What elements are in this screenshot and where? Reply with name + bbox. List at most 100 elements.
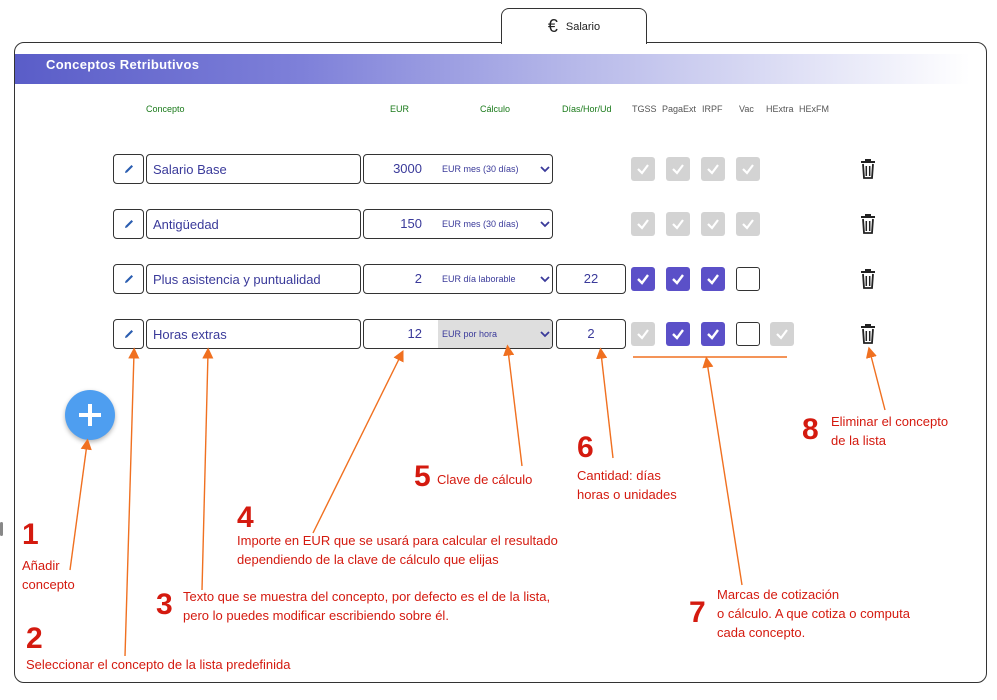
quantity-input[interactable]: 2 xyxy=(556,319,626,349)
checkbox-tgss xyxy=(631,157,655,181)
annotation-number-5: 5 xyxy=(414,460,431,493)
eur-input[interactable]: 12 xyxy=(364,320,422,348)
col-irpf: IRPF xyxy=(702,104,723,114)
check-icon xyxy=(742,164,754,175)
table-row: Antigüedad 150 EUR mes (30 días) xyxy=(0,209,997,239)
col-dias: Días/Hor/Ud xyxy=(562,104,612,114)
annotation-text-7c: cada concepto. xyxy=(717,625,806,640)
col-calculo: Cálculo xyxy=(480,104,511,114)
chevron-down-icon xyxy=(540,166,550,173)
scroll-edge xyxy=(0,522,3,536)
check-icon xyxy=(707,164,719,175)
annotation-text-8a: Eliminar el concepto xyxy=(831,414,949,429)
pencil-icon xyxy=(124,275,133,283)
checkbox-pagaext xyxy=(666,157,690,181)
annotation-text-7a: Marcas de cotización xyxy=(717,587,840,602)
check-icon xyxy=(742,219,754,230)
add-concept-button[interactable] xyxy=(65,390,115,440)
checkbox-vac[interactable] xyxy=(736,267,760,291)
tab-label: Salario xyxy=(565,20,601,33)
chevron-down-icon xyxy=(540,221,550,228)
check-icon xyxy=(776,329,788,340)
trash-icon[interactable] xyxy=(859,323,877,345)
col-eur: EUR xyxy=(390,104,410,114)
checkbox-vac[interactable] xyxy=(736,322,760,346)
edit-concept-button[interactable] xyxy=(113,264,144,294)
amount-calc-group: 12 EUR por hora xyxy=(363,319,553,349)
annotation-text-4b: dependiendo de la clave de cálculo que e… xyxy=(237,552,499,567)
calc-select[interactable]: EUR mes (30 días) xyxy=(438,210,552,238)
edit-concept-button[interactable] xyxy=(113,154,144,184)
plus-icon xyxy=(79,404,101,426)
annotation-text-6b: horas o unidades xyxy=(577,487,677,502)
annotation-number-8: 8 xyxy=(802,413,819,446)
checkbox-pagaext xyxy=(666,212,690,236)
table-row: Plus asistencia y puntualidad 2 EUR día … xyxy=(0,264,997,294)
annotation-text-6a: Cantidad: días xyxy=(577,468,661,483)
table-row: Salario Base 3000 EUR mes (30 días) xyxy=(0,154,997,184)
annotation-number-7: 7 xyxy=(689,596,706,629)
check-icon xyxy=(637,274,649,285)
check-icon xyxy=(707,329,719,340)
checkbox-irpf xyxy=(701,212,725,236)
checkbox-irpf xyxy=(701,157,725,181)
trash-icon[interactable] xyxy=(859,268,877,290)
annotation-number-4: 4 xyxy=(237,501,254,534)
check-icon xyxy=(707,274,719,285)
check-icon xyxy=(637,219,649,230)
checkbox-irpf[interactable] xyxy=(701,322,725,346)
check-icon xyxy=(707,219,719,230)
amount-calc-group: 2 EUR día laborable xyxy=(363,264,553,294)
concept-input[interactable]: Horas extras xyxy=(146,319,361,349)
concept-input[interactable]: Antigüedad xyxy=(146,209,361,239)
calc-select[interactable]: EUR día laborable xyxy=(438,265,552,293)
eur-input[interactable]: 3000 xyxy=(364,155,422,183)
annotation-text-5: Clave de cálculo xyxy=(437,472,533,487)
concept-input[interactable]: Salario Base xyxy=(146,154,361,184)
chevron-down-icon xyxy=(540,331,550,338)
check-icon xyxy=(637,164,649,175)
annotation-text-1: Añadir concepto xyxy=(22,558,75,592)
annotation-text-2: Seleccionar el concepto de la lista pred… xyxy=(26,657,291,672)
checkbox-vac xyxy=(736,212,760,236)
concept-input[interactable]: Plus asistencia y puntualidad xyxy=(146,264,361,294)
check-icon xyxy=(637,329,649,340)
amount-calc-group: 3000 EUR mes (30 días) xyxy=(363,154,553,184)
edit-concept-button[interactable] xyxy=(113,319,144,349)
euro-icon: € xyxy=(547,16,558,36)
col-vac: Vac xyxy=(739,104,754,114)
col-tgss: TGSS xyxy=(632,104,657,114)
col-hextra: HExtra xyxy=(766,104,794,114)
annotation-number-2: 2 xyxy=(26,622,43,655)
checkbox-irpf[interactable] xyxy=(701,267,725,291)
calc-select[interactable]: EUR mes (30 días) xyxy=(438,155,552,183)
eur-input[interactable]: 150 xyxy=(364,210,422,238)
trash-icon[interactable] xyxy=(859,213,877,235)
checkbox-tgss[interactable] xyxy=(631,267,655,291)
quantity-input[interactable]: 22 xyxy=(556,264,626,294)
tab-salario[interactable]: € Salario xyxy=(501,8,647,44)
amount-calc-group: 150 EUR mes (30 días) xyxy=(363,209,553,239)
col-concepto: Concepto xyxy=(146,104,185,114)
eur-input[interactable]: 2 xyxy=(364,265,422,293)
trash-icon[interactable] xyxy=(859,158,877,180)
edit-concept-button[interactable] xyxy=(113,209,144,239)
annotation-number-6: 6 xyxy=(577,431,594,464)
pencil-icon xyxy=(124,330,133,338)
calc-select-value: EUR mes (30 días) xyxy=(442,219,519,229)
checkbox-pagaext[interactable] xyxy=(666,267,690,291)
check-icon xyxy=(672,274,684,285)
check-icon xyxy=(672,164,684,175)
section-header: Conceptos Retributivos xyxy=(15,54,970,84)
calc-select[interactable]: EUR por hora xyxy=(438,320,552,348)
col-hexfm: HExFM xyxy=(799,104,829,114)
checkbox-tgss xyxy=(631,212,655,236)
calc-select-value: EUR día laborable xyxy=(442,274,516,284)
col-pagaext: PagaExt xyxy=(662,104,697,114)
pencil-icon xyxy=(124,220,133,228)
checkbox-pagaext[interactable] xyxy=(666,322,690,346)
annotation-text-4a: Importe en EUR que se usará para calcula… xyxy=(237,533,558,548)
checkbox-hextra xyxy=(770,322,794,346)
annotation-number-1: 1 xyxy=(22,518,39,551)
annotation-number-3: 3 xyxy=(156,588,173,621)
